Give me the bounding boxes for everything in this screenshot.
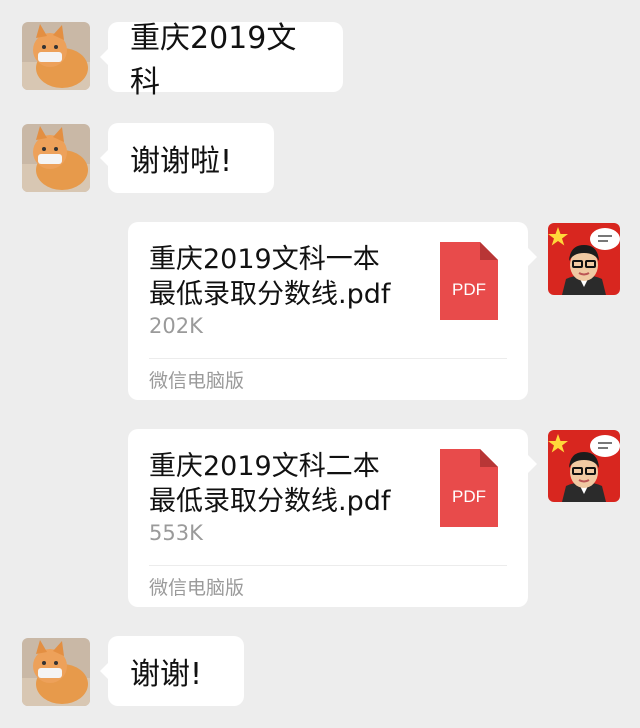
cartoon-man-flag-avatar-icon — [548, 223, 620, 295]
svg-text:PDF: PDF — [452, 487, 486, 506]
message-text: 谢谢! — [130, 657, 203, 692]
contact-avatar[interactable] — [22, 22, 90, 90]
divider — [149, 358, 507, 359]
message-bubble[interactable]: 谢谢! — [100, 636, 244, 706]
file-name: 重庆2019文科二本 最低录取分数线.pdf — [149, 451, 391, 517]
pdf-file-icon: PDF — [440, 449, 498, 527]
file-source: 微信电脑版 — [149, 370, 245, 392]
pdf-file-icon: PDF — [440, 242, 498, 320]
cartoon-man-flag-avatar-icon — [548, 430, 620, 502]
message-text: 谢谢啦! — [130, 144, 233, 179]
cat-avatar-icon — [22, 638, 90, 706]
file-size: 202K — [149, 314, 203, 338]
message-bubble[interactable]: 谢谢啦! — [100, 123, 274, 193]
file-name: 重庆2019文科一本 最低录取分数线.pdf — [149, 244, 391, 310]
message-bubble[interactable]: 重庆2019文科 — [100, 21, 343, 100]
file-message-card[interactable]: 重庆2019文科一本 最低录取分数线.pdf 202K PDF 微信电脑版 — [128, 222, 537, 400]
my-avatar[interactable] — [548, 430, 620, 502]
contact-avatar[interactable] — [22, 638, 90, 706]
file-size: 553K — [149, 521, 203, 545]
svg-text:PDF: PDF — [452, 280, 486, 299]
contact-avatar[interactable] — [22, 124, 90, 192]
cat-avatar-icon — [22, 22, 90, 90]
divider — [149, 565, 507, 566]
message-text: 重庆2019文科 — [130, 21, 297, 100]
cat-avatar-icon — [22, 124, 90, 192]
file-source: 微信电脑版 — [149, 577, 245, 599]
my-avatar[interactable] — [548, 223, 620, 295]
file-message-card[interactable]: 重庆2019文科二本 最低录取分数线.pdf 553K PDF 微信电脑版 — [128, 429, 537, 607]
